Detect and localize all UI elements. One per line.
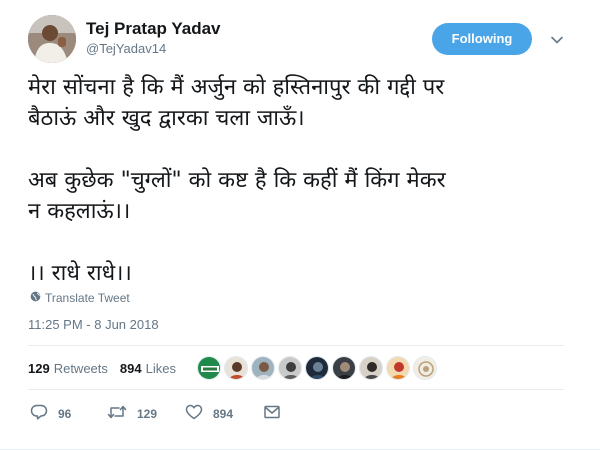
tweet-timestamp[interactable]: 11:25 PM - 8 Jun 2018: [28, 317, 159, 332]
liker-avatar[interactable]: [386, 356, 410, 380]
direct-message-button[interactable]: [263, 404, 281, 423]
like-count: 894: [213, 406, 234, 421]
like-button[interactable]: 894: [185, 404, 263, 423]
following-button[interactable]: Following: [432, 23, 532, 55]
tweet-actions: 96 129 894: [30, 404, 281, 423]
likes-label: Likes: [145, 360, 176, 376]
liker-avatar[interactable]: [359, 356, 383, 380]
liker-avatars: [197, 356, 437, 380]
liker-avatar[interactable]: [278, 356, 302, 380]
tweet-line: मेरा सोंचना है कि मैं अर्जुन को हस्तिनाप…: [28, 75, 445, 100]
author-avatar[interactable]: [28, 15, 76, 63]
divider: [28, 345, 564, 346]
translate-tweet-link[interactable]: Translate Tweet: [30, 291, 130, 305]
retweet-icon: [107, 404, 127, 423]
chevron-down-icon[interactable]: [550, 32, 564, 46]
likes-stat[interactable]: 894 Likes: [120, 361, 176, 376]
retweets-stat[interactable]: 129 Retweets: [28, 361, 108, 376]
liker-avatar[interactable]: [332, 356, 356, 380]
retweet-count: 129: [137, 406, 158, 421]
liker-avatar[interactable]: [251, 356, 275, 380]
author-handle[interactable]: @TejYadav14: [86, 41, 166, 56]
author-name[interactable]: Tej Pratap Yadav: [86, 19, 221, 39]
retweets-label: Retweets: [53, 360, 108, 376]
tweet-line: अब कुछेक "चुग्लों" को कष्ट है कि कहीं मै…: [28, 168, 446, 193]
retweet-button[interactable]: 129: [107, 404, 185, 423]
likes-count: 894: [119, 360, 142, 376]
liker-avatar[interactable]: [305, 356, 329, 380]
liker-avatar[interactable]: [197, 356, 221, 380]
reply-icon: [30, 404, 48, 423]
tweet-card: Tej Pratap Yadav @TejYadav14 Following म…: [0, 0, 600, 450]
tweet-line: बैठाऊं और खुद द्वारका चला जाऊँ।: [28, 106, 305, 131]
tweet-stats: 129 Retweets 894 Likes: [28, 356, 188, 380]
divider: [28, 389, 564, 390]
retweets-count: 129: [28, 360, 50, 376]
reply-button[interactable]: 96: [30, 404, 107, 423]
tweet-line: न कहलाऊं।।: [28, 199, 131, 224]
reply-count: 96: [58, 406, 72, 421]
like-icon: [185, 404, 203, 423]
globe-icon: [30, 291, 41, 305]
liker-avatar[interactable]: [413, 356, 437, 380]
liker-avatar[interactable]: [224, 356, 248, 380]
translate-label: Translate Tweet: [45, 291, 130, 305]
message-icon: [263, 404, 281, 423]
tweet-text: मेरा सोंचना है कि मैं अर्जुन को हस्तिनाप…: [28, 72, 578, 289]
tweet-line: ।। राधे राधे।।: [28, 261, 132, 286]
